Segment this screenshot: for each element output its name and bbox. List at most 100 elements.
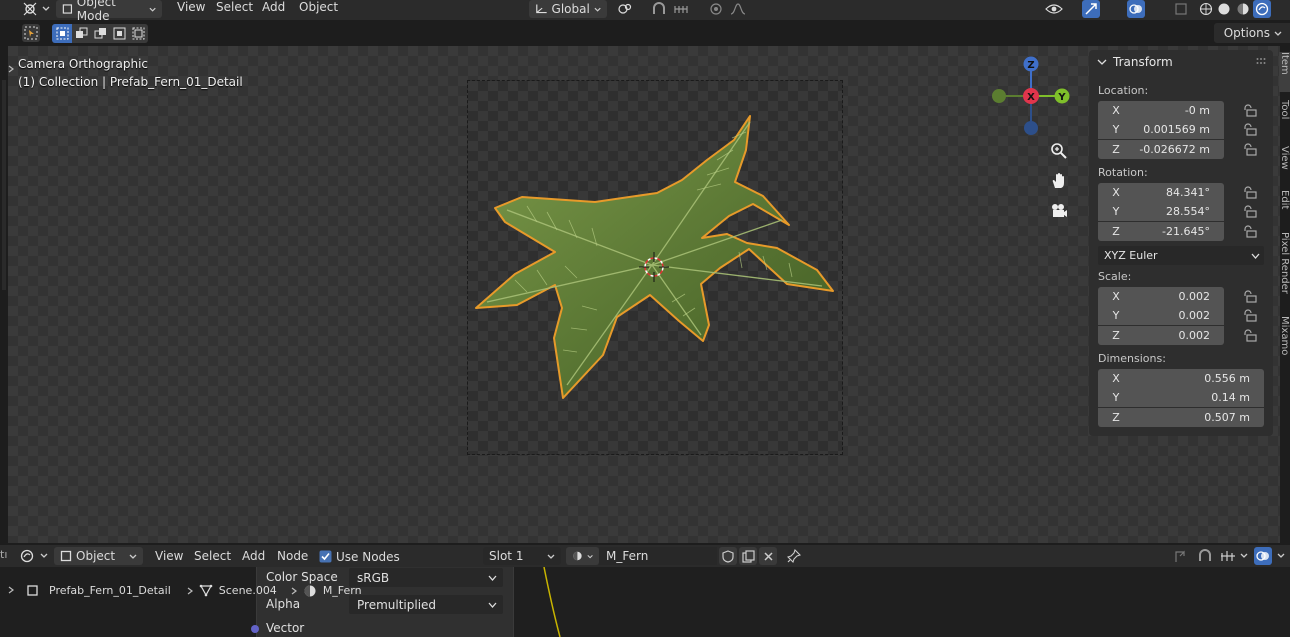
- rotation-mode-dropdown[interactable]: XYZ Euler: [1098, 246, 1264, 265]
- snap-icon[interactable]: [650, 0, 668, 18]
- location-x-field[interactable]: X -0 m: [1098, 101, 1224, 120]
- rotation-z-field[interactable]: Z -21.645°: [1098, 222, 1224, 241]
- selection-subtract-icon[interactable]: [91, 24, 110, 43]
- node-overlays-icon[interactable]: [1254, 547, 1272, 565]
- gizmo-z-label: Z: [1027, 60, 1034, 71]
- wireframe-shading-icon[interactable]: [1197, 0, 1215, 18]
- camera-view-icon[interactable]: [1047, 199, 1071, 223]
- tab-item[interactable]: Item: [1279, 52, 1290, 92]
- editor-type-button[interactable]: [22, 0, 50, 17]
- menu-view[interactable]: View: [177, 0, 205, 15]
- slot-dropdown[interactable]: Slot 1: [483, 547, 561, 565]
- use-nodes-checkbox[interactable]: Use Nodes: [319, 548, 400, 565]
- lock-rotation-z-icon[interactable]: [1243, 225, 1257, 238]
- chevron-right-icon: [291, 587, 297, 594]
- toolbar-collapsed-handle[interactable]: [2, 80, 6, 290]
- selection-extend-icon[interactable]: [72, 24, 91, 43]
- gizmo-neg-z-axis[interactable]: [1024, 121, 1038, 135]
- use-nodes-label: Use Nodes: [336, 549, 400, 564]
- scale-x-field[interactable]: X 0.002: [1098, 287, 1224, 306]
- orientation-dropdown[interactable]: Global: [529, 0, 607, 18]
- tab-edit[interactable]: Edit: [1279, 190, 1290, 226]
- scale-y-field[interactable]: Y 0.002: [1098, 306, 1224, 325]
- vector-socket-icon[interactable]: [250, 624, 260, 634]
- mode-dropdown[interactable]: Object Mode: [56, 0, 162, 23]
- menu-select[interactable]: Select: [216, 0, 253, 15]
- falloff-icon[interactable]: [729, 0, 747, 18]
- lock-location-x-icon[interactable]: [1243, 104, 1257, 117]
- color-space-dropdown[interactable]: sRGB: [349, 568, 503, 587]
- alpha-mode-dropdown[interactable]: Premultiplied: [349, 595, 503, 614]
- select-tool-icon[interactable]: [22, 24, 40, 42]
- alpha-label: Alpha: [266, 597, 301, 611]
- selection-invert-icon[interactable]: [110, 24, 129, 43]
- unlink-material-icon[interactable]: [759, 547, 777, 565]
- node-editor-canvas[interactable]: [0, 567, 1290, 637]
- rendered-shading-icon[interactable]: [1253, 0, 1271, 18]
- selection-intersect-icon[interactable]: [129, 24, 148, 43]
- lock-rotation-y-icon[interactable]: [1243, 205, 1257, 218]
- fern-object[interactable]: [467, 80, 843, 455]
- dimensions-x-field[interactable]: X 0.556 m: [1098, 369, 1264, 388]
- proportional-edit-icon[interactable]: [707, 0, 725, 18]
- parent-node-tree-icon[interactable]: [1171, 547, 1189, 565]
- lock-scale-z-icon[interactable]: [1243, 329, 1257, 342]
- scale-z-value: 0.002: [1178, 329, 1211, 342]
- pivot-icon[interactable]: [616, 0, 634, 18]
- chevron-right-icon[interactable]: [8, 586, 14, 594]
- visibility-icon[interactable]: [1045, 0, 1063, 18]
- dimensions-z-field[interactable]: Z 0.507 m: [1098, 408, 1264, 427]
- tab-tool[interactable]: Tool: [1279, 100, 1290, 142]
- material-browse-button[interactable]: [566, 547, 599, 565]
- overlays-icon[interactable]: [1127, 0, 1145, 18]
- chevron-down-icon[interactable]: [1277, 553, 1285, 558]
- pin-icon[interactable]: [785, 547, 803, 565]
- material-name-field[interactable]: M_Fern: [599, 547, 717, 565]
- duplicate-material-icon[interactable]: [739, 547, 757, 565]
- snap-node-icon[interactable]: [1196, 547, 1214, 565]
- tab-mixamo[interactable]: Mixamo: [1279, 316, 1290, 362]
- options-dropdown[interactable]: Options: [1213, 23, 1290, 43]
- menu-view[interactable]: View: [155, 549, 183, 564]
- navigation-gizmo[interactable]: Z Y X: [990, 56, 1072, 138]
- lock-scale-x-icon[interactable]: [1243, 290, 1257, 303]
- snap-target-dropdown[interactable]: [1220, 547, 1248, 564]
- menu-node[interactable]: Node: [277, 549, 308, 564]
- shader-editor-header: tı Object View Select Add Node Use Nodes…: [0, 545, 1290, 567]
- menu-add[interactable]: Add: [242, 549, 265, 564]
- xray-icon[interactable]: [1172, 0, 1190, 18]
- chevron-down-icon: [488, 602, 497, 608]
- location-z-field[interactable]: Z -0.026672 m: [1098, 140, 1224, 159]
- rotation-z-value: -21.645°: [1162, 225, 1210, 238]
- rotation-y-field[interactable]: Y 28.554°: [1098, 202, 1224, 221]
- fake-user-shield-icon[interactable]: [719, 547, 737, 565]
- location-y-field[interactable]: Y 0.001569 m: [1098, 120, 1224, 139]
- zoom-icon[interactable]: [1047, 139, 1071, 163]
- transform-panel-header[interactable]: Transform: [1097, 54, 1173, 70]
- snap-increment-icon[interactable]: [672, 0, 690, 18]
- editor-type-button[interactable]: [20, 547, 48, 564]
- material-shading-icon[interactable]: [1234, 0, 1252, 18]
- tab-pixel-render[interactable]: Pixel Render: [1279, 232, 1290, 300]
- scale-z-field[interactable]: Z 0.002: [1098, 326, 1224, 345]
- menu-add[interactable]: Add: [262, 0, 285, 15]
- tab-view[interactable]: View: [1279, 146, 1290, 186]
- rotation-x-field[interactable]: X 84.341°: [1098, 183, 1224, 202]
- gizmo-toggle-icon[interactable]: [1082, 0, 1100, 18]
- gizmo-neg-y-axis[interactable]: [992, 89, 1006, 103]
- lock-rotation-x-icon[interactable]: [1243, 186, 1257, 199]
- selection-new-icon[interactable]: [52, 24, 72, 43]
- menu-select[interactable]: Select: [194, 549, 231, 564]
- menu-object[interactable]: Object: [299, 0, 338, 15]
- lock-scale-y-icon[interactable]: [1243, 309, 1257, 322]
- dimensions-y-field[interactable]: Y 0.14 m: [1098, 388, 1264, 407]
- drag-handle-icon[interactable]: [1256, 57, 1266, 65]
- node-link: [543, 567, 561, 637]
- lock-location-z-icon[interactable]: [1243, 143, 1257, 156]
- toolbar-expand-icon[interactable]: [8, 62, 14, 76]
- shader-type-label: Object: [76, 549, 116, 563]
- solid-shading-icon[interactable]: [1215, 0, 1233, 18]
- shader-type-dropdown[interactable]: Object: [54, 547, 143, 565]
- lock-location-y-icon[interactable]: [1243, 123, 1257, 136]
- pan-hand-icon[interactable]: [1047, 169, 1071, 193]
